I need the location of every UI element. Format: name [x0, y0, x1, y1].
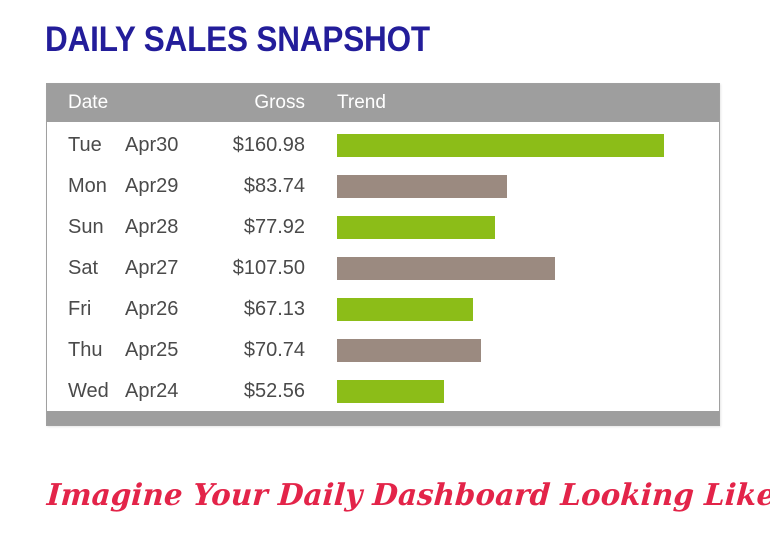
- trend-bar-track: [337, 339, 719, 362]
- trend-bar-track: [337, 380, 719, 403]
- cell-gross: $67.13: [243, 298, 305, 320]
- card-footer-band: [47, 411, 719, 425]
- cell-weekday: Thu: [68, 339, 103, 361]
- cell-trend: [305, 216, 719, 239]
- trend-bar-track: [337, 134, 719, 157]
- cell-weekday: Fri: [68, 298, 92, 320]
- trend-bar: [337, 339, 481, 362]
- trend-bar-track: [337, 216, 719, 239]
- table-row: Sun Apr28 $77.92: [47, 207, 719, 248]
- trend-bar-track: [337, 257, 719, 280]
- trend-bar-track: [337, 175, 719, 198]
- cell-trend: [305, 175, 719, 198]
- table-row: Thu Apr25 $70.74: [47, 330, 719, 371]
- page-title: DAILY SALES SNAPSHOT: [45, 20, 430, 59]
- table-header-row: Date Gross Trend: [47, 84, 719, 122]
- cell-date: Apr29: [125, 175, 179, 197]
- column-header-gross: Gross: [254, 92, 305, 113]
- page-root: DAILY SALES SNAPSHOT Date Gross Trend Tu…: [0, 0, 770, 538]
- cell-date: Apr25: [125, 339, 179, 361]
- column-header-date: Date: [68, 92, 109, 113]
- cell-trend: [305, 257, 719, 280]
- cell-date: Apr24: [125, 380, 179, 402]
- snapshot-card: Date Gross Trend Tue Apr30 $160.98 Mon Apr29…: [46, 83, 720, 426]
- cell-trend: [305, 380, 719, 403]
- table-body: Tue Apr30 $160.98 Mon Apr29 $83.74 Sun Apr28 $77…: [47, 122, 719, 412]
- cell-gross: $77.92: [243, 216, 305, 238]
- cell-gross: $107.50: [232, 257, 305, 279]
- trend-bar: [337, 298, 473, 321]
- table-row: Mon Apr29 $83.74: [47, 166, 719, 207]
- cell-gross: $70.74: [243, 339, 305, 361]
- cell-gross: $52.56: [243, 380, 305, 402]
- cell-date: Apr26: [125, 298, 179, 320]
- cell-weekday: Sat: [68, 257, 99, 279]
- table-row: Wed Apr24 $52.56: [47, 371, 719, 412]
- table-row: Sat Apr27 $107.50: [47, 248, 719, 289]
- cell-date: Apr28: [125, 216, 179, 238]
- cell-trend: [305, 298, 719, 321]
- caption-text: Imagine Your Daily Dashboard Looking Lik…: [45, 478, 770, 513]
- trend-bar: [337, 175, 507, 198]
- trend-bar: [337, 216, 495, 239]
- trend-bar: [337, 257, 555, 280]
- table-row: Fri Apr26 $67.13: [47, 289, 719, 330]
- cell-date: Apr30: [125, 134, 179, 156]
- cell-weekday: Sun: [68, 216, 104, 238]
- cell-gross: $160.98: [232, 134, 305, 156]
- cell-weekday: Mon: [68, 175, 107, 197]
- table-row: Tue Apr30 $160.98: [47, 125, 719, 166]
- trend-bar: [337, 134, 664, 157]
- trend-bar: [337, 380, 444, 403]
- cell-date: Apr27: [125, 257, 179, 279]
- cell-trend: [305, 134, 719, 157]
- column-header-trend: Trend: [337, 92, 386, 113]
- cell-weekday: Wed: [68, 380, 109, 402]
- cell-trend: [305, 339, 719, 362]
- trend-bar-track: [337, 298, 719, 321]
- cell-weekday: Tue: [68, 134, 102, 156]
- cell-gross: $83.74: [243, 175, 305, 197]
